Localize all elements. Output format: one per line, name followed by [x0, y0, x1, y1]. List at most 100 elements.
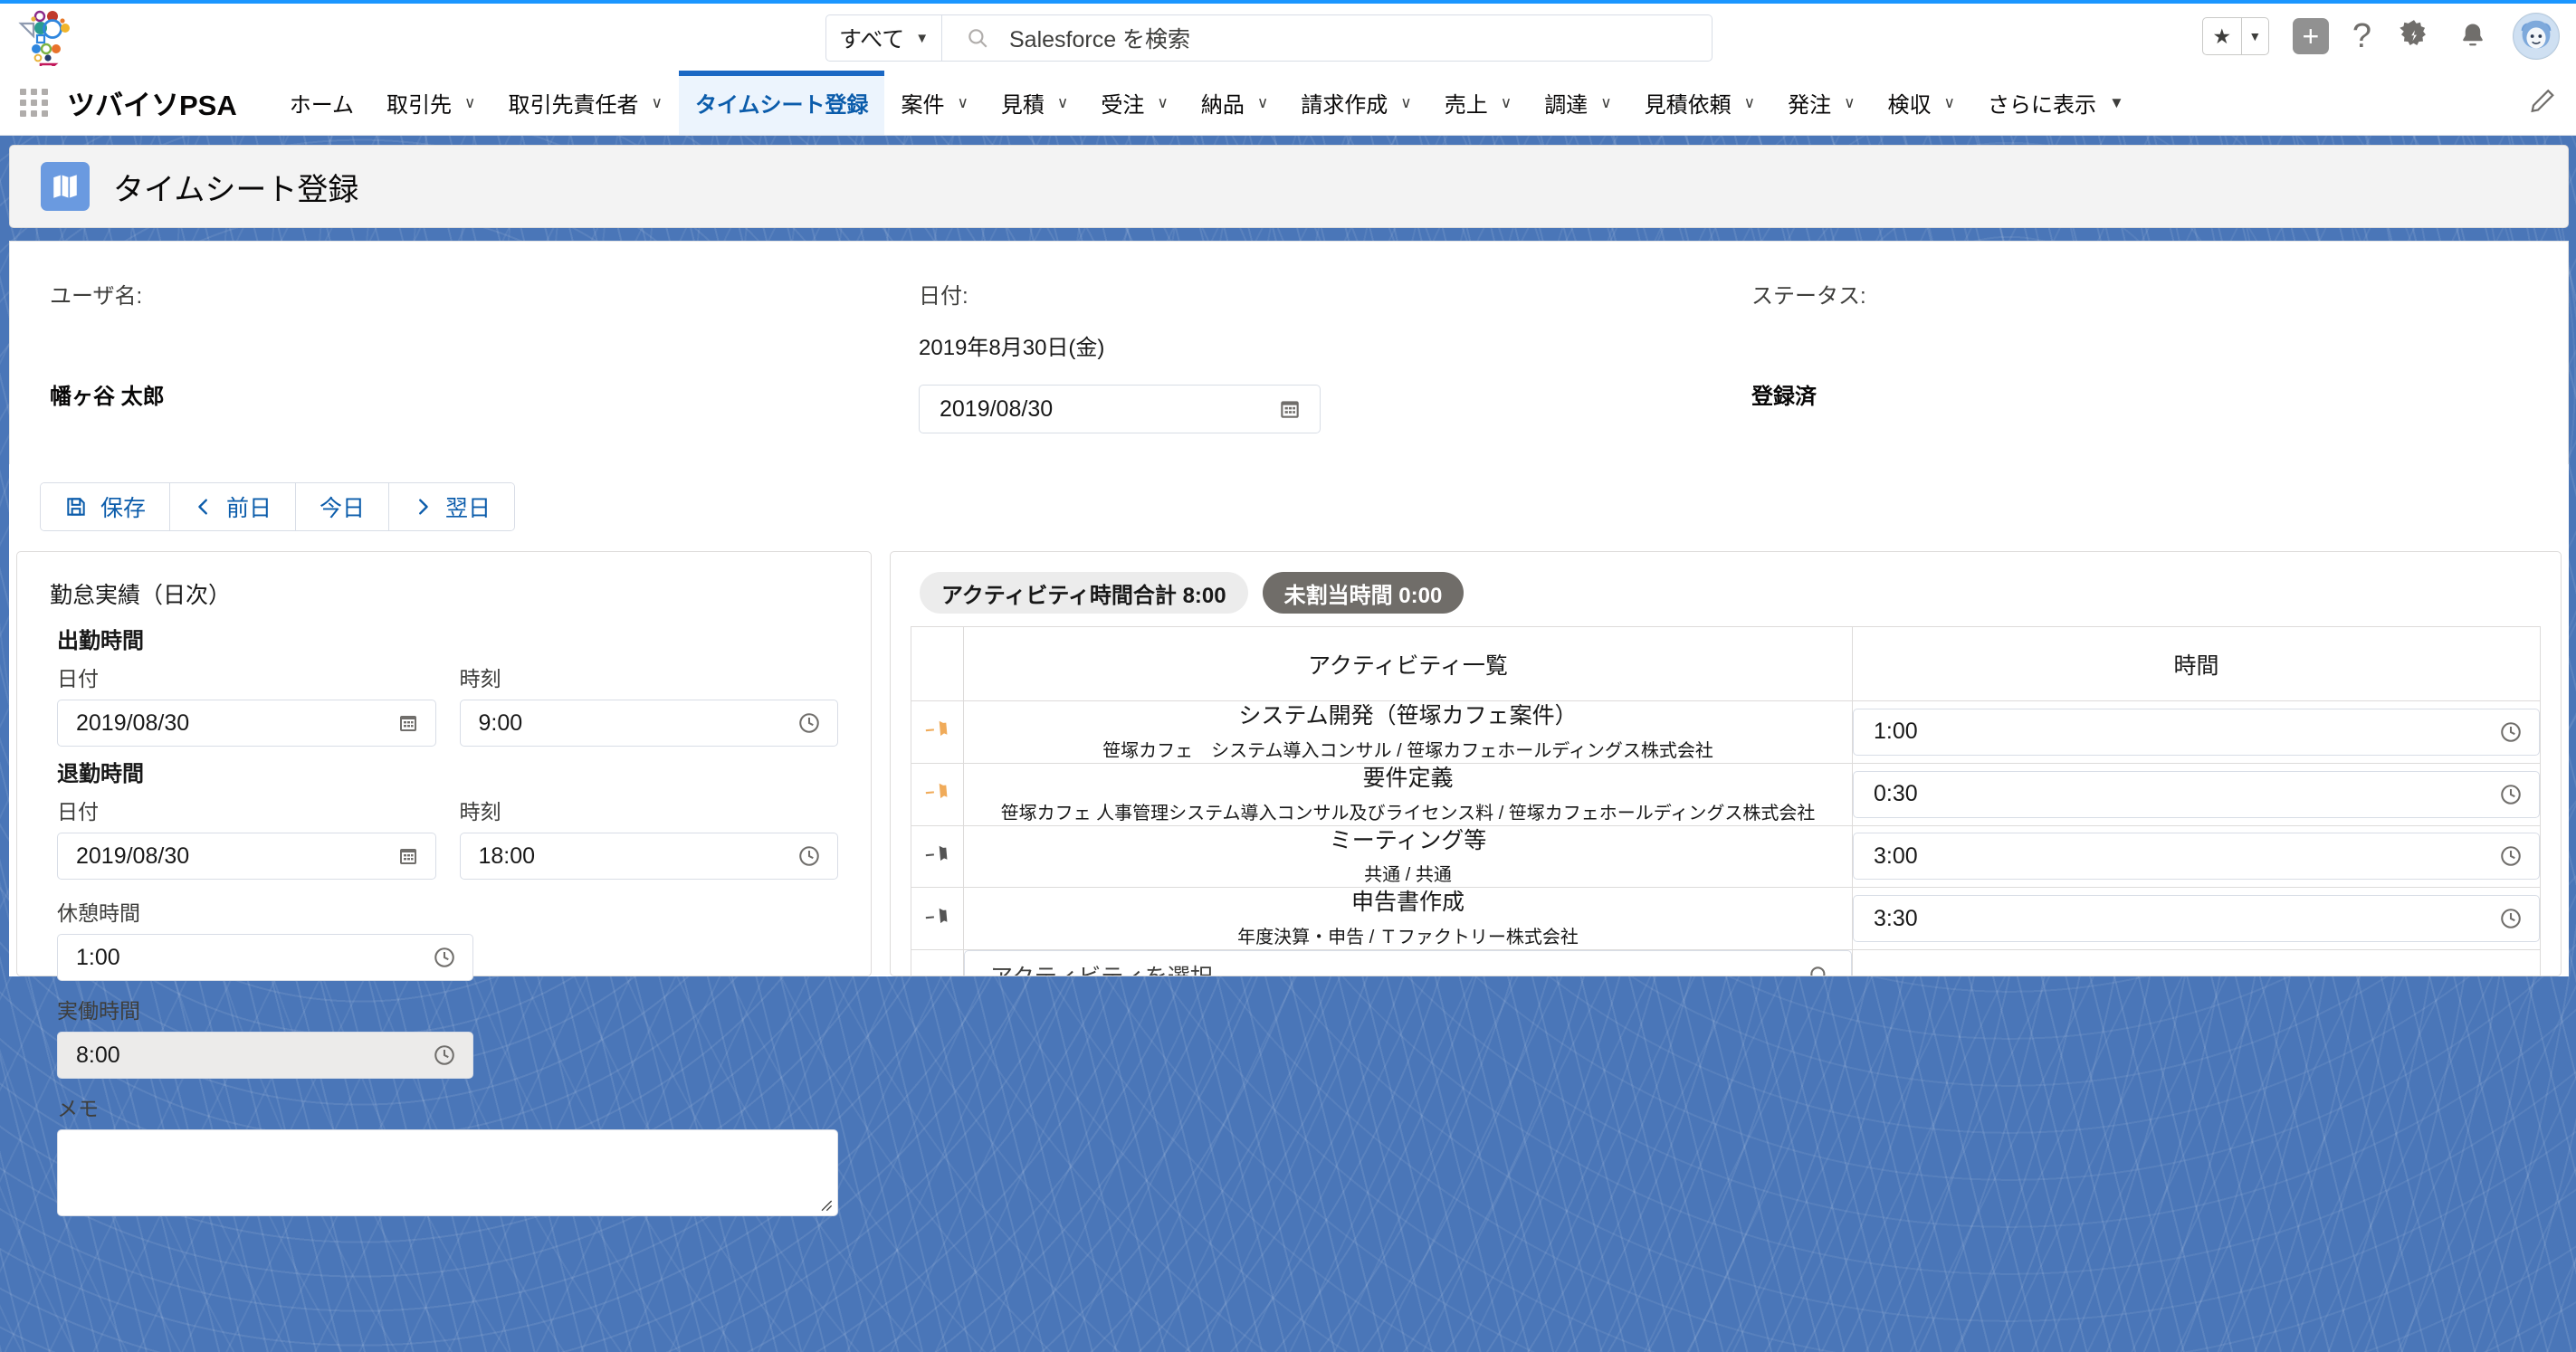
today-button[interactable]: 今日: [296, 483, 390, 530]
clock-icon[interactable]: [2499, 844, 2523, 868]
pin-icon[interactable]: [911, 762, 964, 826]
pin-icon[interactable]: [911, 887, 964, 950]
activity-subtitle: 笹塚カフェ システム導入コンサル / 笹塚カフェホールディングス株式会社: [1102, 740, 1713, 761]
nav-item-more[interactable]: さらに表示 ▼: [1971, 71, 2141, 135]
activity-time-input[interactable]: 3:30: [1853, 895, 2540, 943]
save-button[interactable]: 保存: [41, 483, 171, 530]
date-picker-input[interactable]: 2019/08/30: [919, 385, 1321, 433]
activity-time-value: 3:00: [1874, 843, 1918, 869]
nav-item-delivery[interactable]: 納品 ∨: [1185, 71, 1284, 135]
calendar-icon[interactable]: [397, 712, 419, 734]
pin-icon[interactable]: [911, 824, 964, 889]
prev-day-button[interactable]: 前日: [170, 483, 297, 530]
bell-icon[interactable]: [2457, 19, 2489, 53]
calendar-icon[interactable]: [1278, 397, 1302, 421]
nav-item-timesheet[interactable]: タイムシート登録: [678, 71, 885, 135]
nav-item-label: タイムシート登録: [694, 93, 869, 118]
break-time-input[interactable]: 1:00: [57, 934, 473, 981]
star-icon[interactable]: ★: [2203, 18, 2241, 54]
clock-in-time-value: 9:00: [478, 709, 523, 736]
clock-icon[interactable]: [2499, 783, 2523, 806]
clock-icon[interactable]: [433, 946, 456, 969]
activity-time-input[interactable]: 3:00: [1853, 833, 2540, 881]
clock-icon[interactable]: [797, 711, 821, 735]
next-day-button[interactable]: 翌日: [389, 483, 515, 530]
clock-in-time-field: 時刻 9:00: [453, 662, 838, 747]
nav-item-invoicing[interactable]: 請求作成 ∨: [1284, 71, 1427, 135]
global-search[interactable]: すべて ▼ Salesforce を検索: [825, 14, 1713, 62]
nav-item-label: 請求作成: [1301, 93, 1388, 118]
prev-day-label: 前日: [226, 496, 272, 521]
clock-out-date-input[interactable]: 2019/08/30: [57, 833, 436, 880]
table-row: 申告書作成 年度決算・申告 / Ｔファクトリー株式会社 3:30: [911, 887, 2541, 950]
content-sheet: ユーザ名: . 幡ヶ谷 太郎 日付: 2019年8月30日(金) 2019/08…: [9, 241, 2569, 1216]
tsubaiso-logo-icon[interactable]: [0, 4, 87, 71]
page-title: タイムシート登録: [113, 172, 359, 207]
nav-item-home[interactable]: ホーム: [273, 71, 370, 135]
activity-selector-row: アクティビティを選択: [911, 949, 2541, 976]
nav-item-purchase-order[interactable]: 発注 ∨: [1771, 71, 1871, 135]
activity-title: システム開発（笹塚カフェ案件）: [1238, 703, 1578, 728]
attendance-panel: 勤怠実績（日次） 出勤時間 日付 2019/08/30 時刻 9:00 退勤時間…: [16, 551, 872, 1216]
clock-out-time-input[interactable]: 18:00: [459, 833, 838, 880]
activity-selector-cell: アクティビティを選択: [963, 949, 1853, 976]
resize-grip-icon[interactable]: [818, 1197, 833, 1212]
activity-name-cell: 申告書作成 年度決算・申告 / Ｔファクトリー株式会社: [963, 887, 1853, 950]
nav-item-quote-request[interactable]: 見積依頼 ∨: [1628, 71, 1771, 135]
nav-item-contacts[interactable]: 取引先責任者 ∨: [491, 71, 678, 135]
plus-square-icon[interactable]: +: [2292, 18, 2329, 54]
page-header: タイムシート登録: [9, 145, 2569, 228]
chevron-left-icon: [198, 499, 207, 515]
clock-icon[interactable]: [2499, 720, 2523, 744]
clock-icon[interactable]: [797, 844, 821, 868]
date-picker-value: 2019/08/30: [940, 395, 1054, 422]
activity-name-cell: 要件定義 笹塚カフェ 人事管理システム導入コンサル及びライセンス料 / 笹塚カフ…: [963, 762, 1853, 826]
app-launcher-waffle-icon[interactable]: [0, 71, 67, 135]
chevron-down-icon: ∨: [1256, 93, 1269, 111]
pin-icon[interactable]: [911, 700, 964, 764]
nav-item-procurement[interactable]: 調達 ∨: [1528, 71, 1627, 135]
search-scope-label: すべて: [838, 27, 905, 52]
user-name-value: 幡ヶ谷 太郎: [50, 385, 165, 409]
search-scope-dropdown[interactable]: すべて ▼: [826, 15, 942, 61]
clock-in-date-input[interactable]: 2019/08/30: [57, 700, 436, 747]
nav-item-label: 調達: [1544, 93, 1589, 118]
work-time-label: 実働時間: [57, 999, 140, 1023]
favorites-group[interactable]: ★ ▼: [2201, 17, 2269, 55]
save-button-label: 保存: [100, 496, 147, 521]
chevron-down-icon: ∨: [957, 93, 968, 111]
nav-item-sales[interactable]: 売上 ∨: [1428, 71, 1528, 135]
nav-item-label: 納品: [1200, 93, 1245, 118]
activity-select-input[interactable]: アクティビティを選択: [964, 950, 1852, 976]
nav-item-label: さらに表示: [1988, 93, 2096, 118]
clock-icon[interactable]: [2499, 907, 2523, 930]
activity-time-value: 0:30: [1874, 781, 1918, 807]
nav-item-inspection[interactable]: 検収 ∨: [1872, 71, 1971, 135]
gear-icon[interactable]: [2395, 17, 2433, 55]
calendar-icon[interactable]: [397, 845, 419, 867]
user-info-column: ユーザ名: . 幡ヶ谷 太郎: [50, 278, 919, 433]
user-avatar[interactable]: [2513, 13, 2560, 60]
memo-textarea[interactable]: [57, 1129, 838, 1216]
clock-out-time-value: 18:00: [478, 843, 536, 869]
search-input[interactable]: Salesforce を検索: [942, 15, 1712, 61]
nav-item-quotes[interactable]: 見積 ∨: [985, 71, 1084, 135]
question-mark-icon[interactable]: ?: [2352, 17, 2371, 56]
clock-in-time-input[interactable]: 9:00: [459, 700, 838, 747]
search-icon[interactable]: [1808, 964, 1831, 976]
nav-item-label: ホーム: [289, 93, 355, 118]
pencil-icon[interactable]: [2529, 87, 2556, 119]
chevron-down-icon[interactable]: ▼: [2240, 18, 2268, 54]
activity-time-input[interactable]: 0:30: [1853, 770, 2540, 818]
nav-item-projects[interactable]: 案件 ∨: [884, 71, 984, 135]
page-stage: タイムシート登録 ユーザ名: . 幡ヶ谷 太郎 日付: 2019年8月30日(金…: [0, 136, 2576, 1352]
table-row: 要件定義 笹塚カフェ 人事管理システム導入コンサル及びライセンス料 / 笹塚カフ…: [911, 762, 2541, 826]
nav-item-accounts[interactable]: 取引先 ∨: [370, 71, 491, 135]
unassigned-hours-pill: 未割当時間 0:00: [1262, 572, 1465, 614]
nav-item-orders[interactable]: 受注 ∨: [1084, 71, 1184, 135]
break-time-value: 1:00: [76, 944, 120, 970]
nav-item-label: 取引先: [386, 93, 453, 118]
activity-time-value: 3:30: [1874, 905, 1918, 931]
activity-time-input[interactable]: 1:00: [1853, 708, 2540, 756]
nav-item-label: 発注: [1788, 93, 1832, 118]
